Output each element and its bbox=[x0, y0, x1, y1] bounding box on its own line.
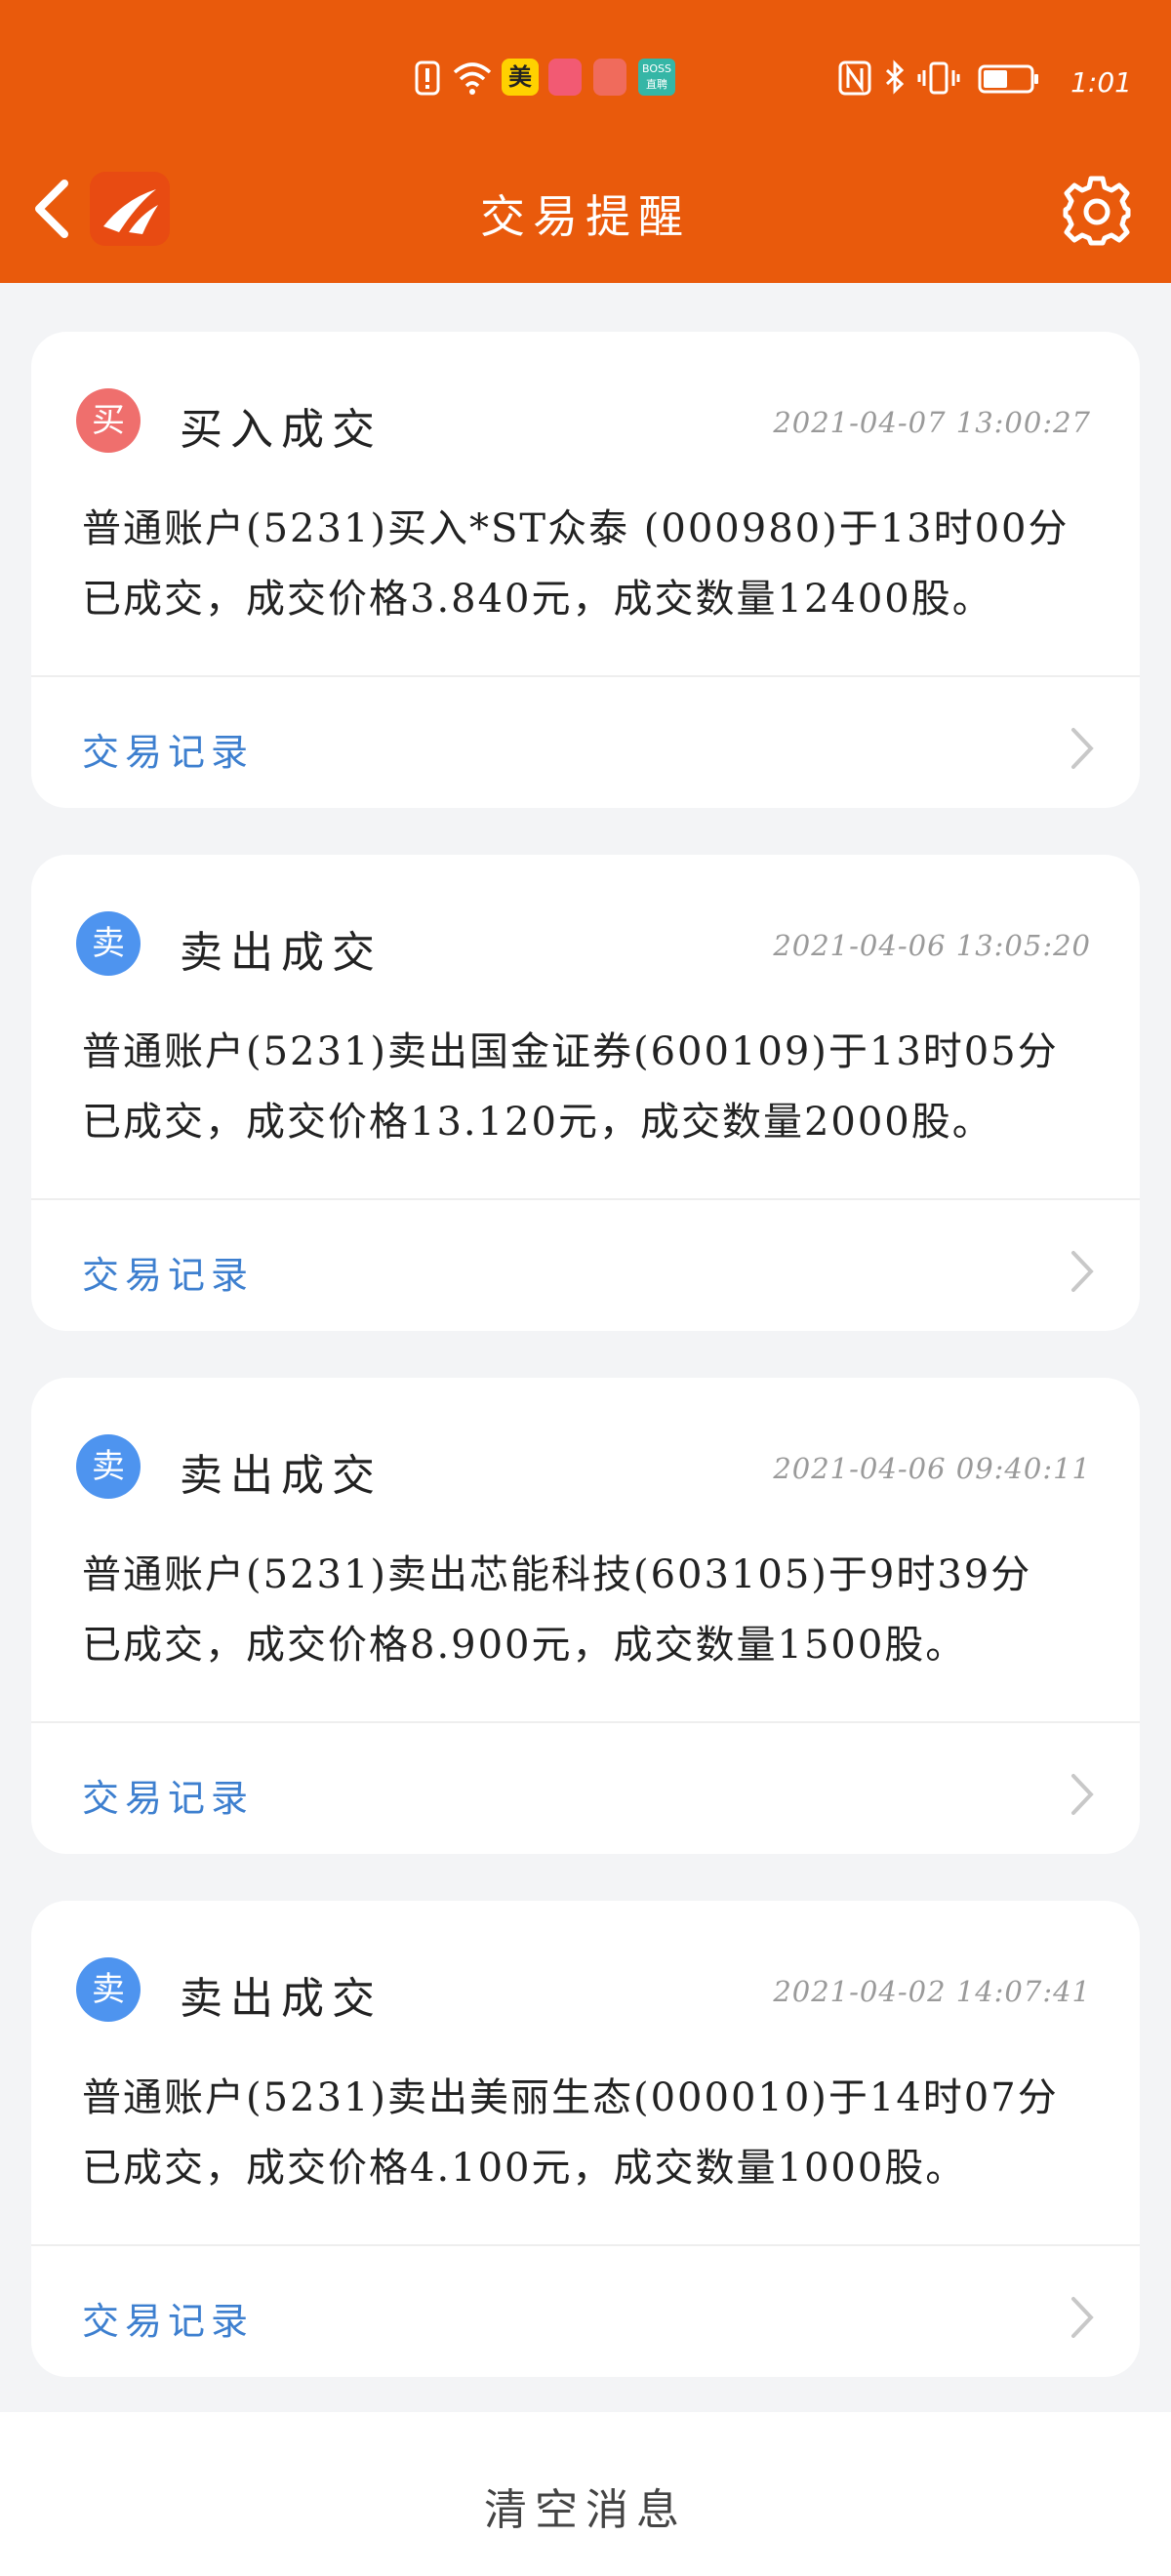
message-line-2: 已成交，成交价格4.100元，成交数量1000股。 bbox=[82, 2146, 967, 2191]
notification-message: 普通账户(5231)卖出芯能科技(603105)于9时39分 已成交，成交价格8… bbox=[82, 1540, 1097, 1680]
message-line-2: 已成交，成交价格13.120元，成交数量2000股。 bbox=[82, 1100, 993, 1145]
divider bbox=[31, 1198, 1140, 1200]
meituan-icon: 美 bbox=[502, 59, 539, 96]
message-line-1: 普通账户(5231)卖出芯能科技(603105)于9时39分 bbox=[82, 1552, 1032, 1597]
notification-message: 普通账户(5231)买入*ST众泰 (000980)于13时00分 已成交，成交… bbox=[82, 494, 1097, 634]
divider bbox=[31, 1721, 1140, 1723]
chevron-right-icon[interactable] bbox=[1068, 2293, 1097, 2342]
message-line-1: 普通账户(5231)卖出美丽生态(000010)于14时07分 bbox=[82, 2075, 1059, 2120]
notification-message: 普通账户(5231)卖出国金证券(600109)于13时05分 已成交，成交价格… bbox=[82, 1017, 1097, 1157]
notification-title: 卖出成交 bbox=[180, 1451, 383, 1501]
notification-title: 卖出成交 bbox=[180, 1974, 383, 2024]
trade-notification-card: 卖 卖出成交 2021-04-02 14:07:41 普通账户(5231)卖出美… bbox=[31, 1901, 1140, 2377]
trade-notification-card: 卖 卖出成交 2021-04-06 13:05:20 普通账户(5231)卖出国… bbox=[31, 855, 1140, 1331]
notification-time: 2021-04-06 13:05:20 bbox=[773, 929, 1091, 962]
wifi-icon bbox=[453, 62, 492, 95]
gear-icon[interactable] bbox=[1060, 174, 1134, 248]
notification-message: 普通账户(5231)卖出美丽生态(000010)于14时07分 已成交，成交价格… bbox=[82, 2063, 1097, 2203]
trade-notification-card: 买 买入成交 2021-04-07 13:00:27 普通账户(5231)买入*… bbox=[31, 332, 1140, 808]
boss-label-top: BOSS bbox=[642, 62, 671, 75]
notification-title: 卖出成交 bbox=[180, 928, 383, 978]
notification-time: 2021-04-07 13:00:27 bbox=[773, 406, 1091, 439]
status-bar: 美 BOSS 直聘 bbox=[0, 59, 1171, 117]
sell-badge: 卖 bbox=[76, 1957, 141, 2022]
page-title: 交易提醒 bbox=[480, 190, 691, 243]
message-line-2: 已成交，成交价格8.900元，成交数量1500股。 bbox=[82, 1623, 967, 1668]
chevron-right-icon[interactable] bbox=[1068, 1770, 1097, 1819]
status-time: 1:01 bbox=[1070, 66, 1132, 99]
app-header: 美 BOSS 直聘 1:01 交易提醒 bbox=[0, 0, 1171, 283]
battery-icon bbox=[978, 64, 1038, 94]
message-line-1: 普通账户(5231)买入*ST众泰 (000980)于13时00分 bbox=[82, 506, 1070, 551]
footer-bar: 清空消息 bbox=[0, 2412, 1171, 2576]
alert-icon bbox=[415, 60, 440, 96]
sell-badge: 卖 bbox=[76, 1434, 141, 1499]
buy-badge: 买 bbox=[76, 388, 141, 453]
trade-records-link[interactable]: 交易记录 bbox=[82, 1768, 254, 1822]
trade-records-link[interactable]: 交易记录 bbox=[82, 722, 254, 776]
chevron-right-icon[interactable] bbox=[1068, 724, 1097, 773]
nfc-icon bbox=[838, 60, 871, 96]
notification-title: 买入成交 bbox=[180, 405, 383, 455]
sell-badge: 卖 bbox=[76, 911, 141, 976]
trade-records-link[interactable]: 交易记录 bbox=[82, 2291, 254, 2345]
divider bbox=[31, 2244, 1140, 2246]
trade-records-link[interactable]: 交易记录 bbox=[82, 1245, 254, 1299]
boss-zhipin-icon: BOSS 直聘 bbox=[638, 59, 675, 96]
huawei-mall-icon bbox=[548, 59, 582, 96]
book-icon bbox=[593, 59, 626, 96]
notification-time: 2021-04-02 14:07:41 bbox=[773, 1975, 1091, 2008]
trade-notification-card: 卖 卖出成交 2021-04-06 09:40:11 普通账户(5231)卖出芯… bbox=[31, 1378, 1140, 1854]
message-line-1: 普通账户(5231)卖出国金证券(600109)于13时05分 bbox=[82, 1029, 1059, 1074]
bluetooth-icon bbox=[885, 60, 905, 95]
clear-messages-button[interactable]: 清空消息 bbox=[0, 2475, 1171, 2537]
chevron-right-icon[interactable] bbox=[1068, 1247, 1097, 1296]
boss-label-bottom: 直聘 bbox=[646, 78, 667, 91]
divider bbox=[31, 675, 1140, 677]
notification-time: 2021-04-06 09:40:11 bbox=[773, 1452, 1091, 1485]
message-line-2: 已成交，成交价格3.840元，成交数量12400股。 bbox=[82, 577, 993, 622]
vibrate-icon bbox=[917, 61, 960, 95]
